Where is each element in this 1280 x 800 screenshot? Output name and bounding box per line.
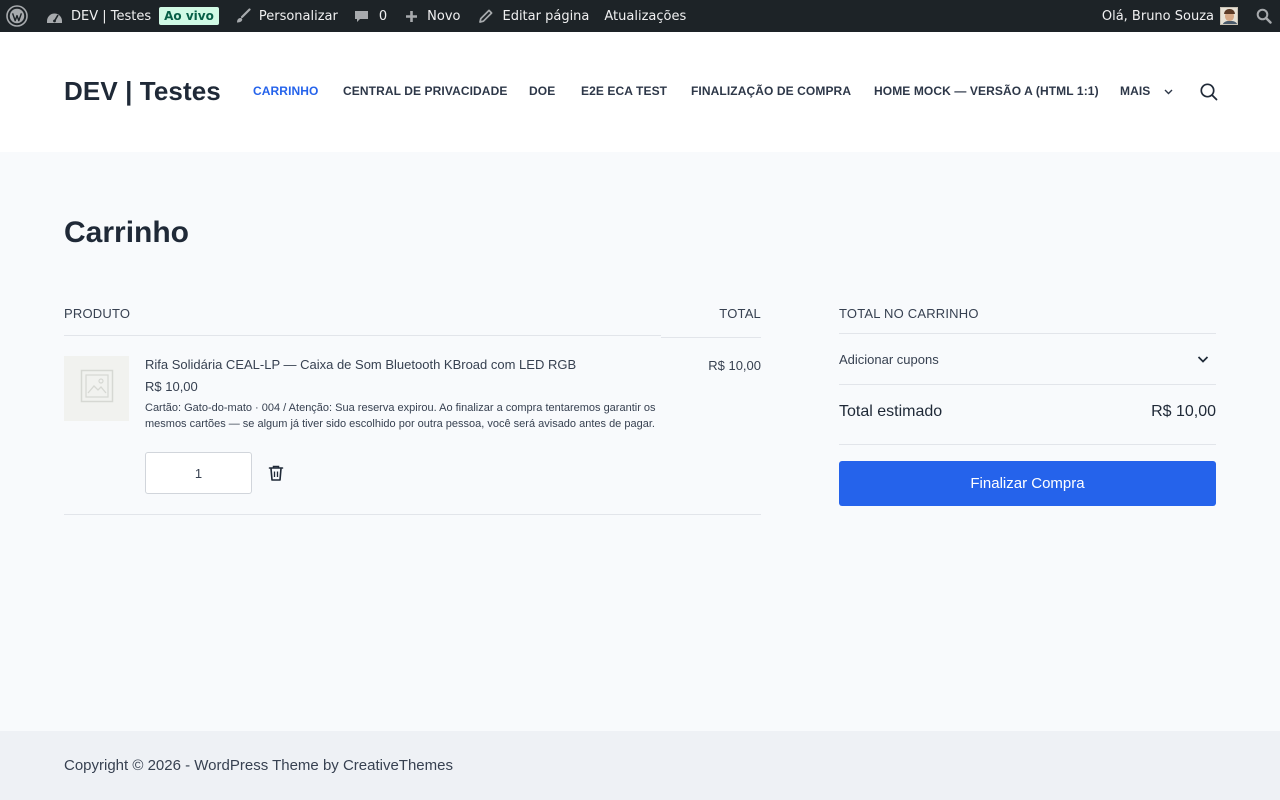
image-placeholder-icon xyxy=(80,369,114,408)
checkout-button[interactable]: Finalizar Compra xyxy=(839,461,1216,506)
nav-item-donate[interactable]: DOE xyxy=(529,84,555,98)
row-total: R$ 10,00 xyxy=(708,358,761,373)
quantity-value: 1 xyxy=(194,465,203,481)
nav-more-label: MAIS xyxy=(1120,84,1151,98)
site-menu[interactable]: DEV | Testes Ao vivo xyxy=(36,0,227,32)
updates-link[interactable]: Atualizações xyxy=(597,0,694,32)
avatar xyxy=(1220,7,1238,25)
edit-page-link[interactable]: Editar página xyxy=(468,0,597,32)
footer-copyright: Copyright © 2026 - WordPress Theme by Cr… xyxy=(64,757,453,774)
greeting-text: Olá, Bruno Souza xyxy=(1101,8,1214,24)
chevron-down-icon xyxy=(1196,352,1210,366)
comment-icon xyxy=(354,9,369,24)
wordpress-logo-icon[interactable] xyxy=(0,0,36,32)
column-header-product: PRODUTO xyxy=(64,306,131,321)
chevron-down-icon xyxy=(1164,84,1173,98)
nav-item-e2e-test[interactable]: E2E ECA TEST xyxy=(581,84,667,98)
totals-divider-middle xyxy=(839,384,1216,385)
product-meta-notice: Cartão: Gato-do-mato · 004 / Atenção: Su… xyxy=(145,402,656,430)
add-coupon-toggle[interactable]: Adicionar cupons xyxy=(839,334,1216,384)
site-title[interactable]: DEV | Testes xyxy=(64,76,221,107)
nav-item-home-mock[interactable]: HOME MOCK — VERSÃO A (HTML 1:1) xyxy=(874,84,1099,98)
product-name-link[interactable]: Rifa Solidária CEAL-LP — Caixa de Som Bl… xyxy=(145,357,576,372)
my-account[interactable]: Olá, Bruno Souza xyxy=(1094,0,1252,32)
edit-page-label: Editar página xyxy=(502,8,590,24)
product-thumbnail[interactable] xyxy=(64,356,129,421)
nav-item-cart[interactable]: CARRINHO xyxy=(253,84,318,98)
brush-icon xyxy=(235,8,251,24)
page-title: Carrinho xyxy=(64,216,190,249)
trash-icon[interactable] xyxy=(267,464,285,482)
comments-link[interactable]: 0 xyxy=(346,0,395,32)
estimated-total-value: R$ 10,00 xyxy=(1151,403,1216,420)
new-label: Novo xyxy=(427,8,461,24)
total-column-divider xyxy=(661,337,761,338)
coupon-label: Adicionar cupons xyxy=(839,351,939,367)
column-header-total: TOTAL xyxy=(719,306,761,321)
admin-search-icon[interactable] xyxy=(1252,0,1280,32)
search-icon[interactable] xyxy=(1199,82,1219,102)
customize-label: Personalizar xyxy=(258,8,338,24)
quantity-input[interactable]: 1 xyxy=(145,452,252,494)
table-header-divider xyxy=(64,335,661,336)
customize-link[interactable]: Personalizar xyxy=(227,0,346,32)
table-footer-divider xyxy=(64,514,761,515)
live-badge: Ao vivo xyxy=(159,7,219,25)
admin-site-name: DEV | Testes xyxy=(71,8,152,24)
cart-totals-title: TOTAL NO CARRINHO xyxy=(839,306,979,321)
nav-item-privacy[interactable]: CENTRAL DE PRIVACIDADE xyxy=(343,84,507,98)
product-price: R$ 10,00 xyxy=(145,379,198,394)
site-footer: Copyright © 2026 - WordPress Theme by Cr… xyxy=(0,731,1280,800)
plus-icon xyxy=(405,10,418,23)
site-header: DEV | Testes CARRINHO CENTRAL DE PRIVACI… xyxy=(0,32,1280,152)
nav-item-more[interactable]: MAIS xyxy=(1120,84,1173,98)
admin-bar: DEV | Testes Ao vivo Personalizar 0 Novo xyxy=(0,0,1280,32)
new-content-link[interactable]: Novo xyxy=(395,0,468,32)
totals-divider-bottom xyxy=(839,444,1216,445)
dashboard-icon xyxy=(46,9,63,24)
nav-item-checkout[interactable]: FINALIZAÇÃO DE COMPRA xyxy=(691,84,851,98)
comments-count: 0 xyxy=(378,8,388,24)
estimated-total-label: Total estimado xyxy=(839,403,943,420)
updates-label: Atualizações xyxy=(604,8,687,24)
pencil-icon xyxy=(478,8,494,24)
